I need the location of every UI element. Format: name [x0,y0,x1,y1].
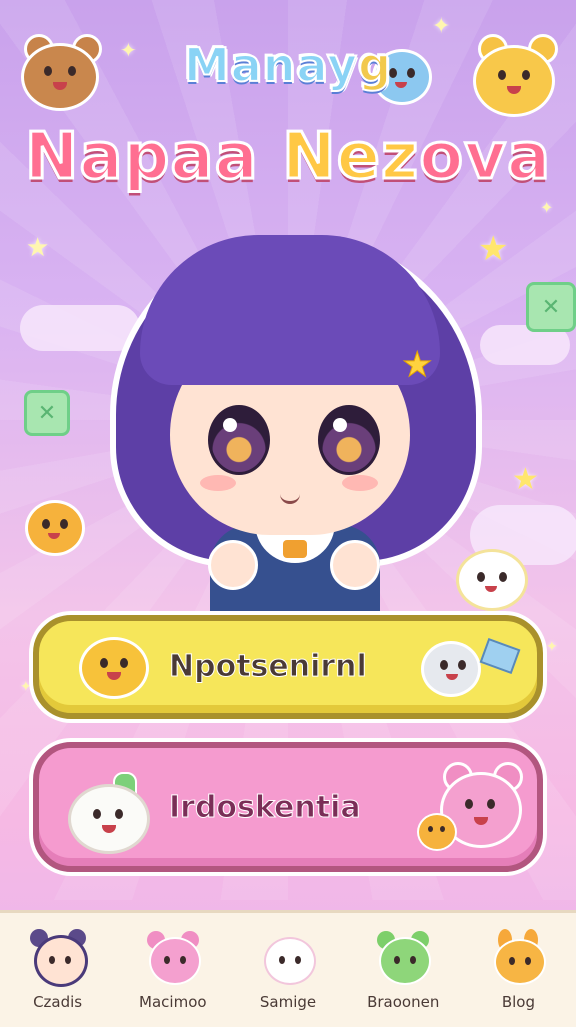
character-eye [318,405,380,475]
nav-item-samige[interactable]: Samige [230,913,345,1027]
bottom-navigation-bar: Czadis Macimoo Samige Braoonen Blog [0,910,576,1027]
nav-label: Braoonen [367,993,440,1011]
nav-label: Macimoo [139,993,207,1011]
secondary-button-label: Irdoskentia [169,790,362,826]
star-icon: ★ [512,462,539,497]
radish-mascot-icon [65,772,153,854]
white-cat-icon [258,929,318,985]
sparkle-icon: ★ [26,233,50,263]
nav-label: Blog [501,993,535,1011]
game-title: Napaa Nezova [23,119,552,196]
nav-item-czadis[interactable]: Czadis [0,913,115,1027]
primary-button-label: Npotsenirnl [169,649,368,685]
nav-item-blog[interactable]: Blog [461,913,576,1027]
nav-item-braoonen[interactable]: Braoonen [346,913,461,1027]
girl-avatar-icon [28,929,88,987]
primary-menu-button[interactable]: Npotsenirnl [33,615,543,719]
flag-icon [479,637,521,675]
nav-label: Samige [259,993,317,1011]
nav-label: Czadis [33,993,83,1011]
orange-bunny-icon [488,929,548,985]
sparkle-icon: ✦ [540,198,554,217]
green-gem-icon [24,390,70,436]
chibi-character-illustration: ★ [90,205,490,625]
yellow-chick-icon [79,637,149,699]
character-hand [208,540,258,590]
pink-bear-icon [143,929,203,985]
character-bow [283,540,307,558]
character-bangs [140,235,440,385]
nav-item-macimoo[interactable]: Macimoo [115,913,230,1027]
grey-blob-icon [421,641,481,697]
secondary-menu-button[interactable]: Irdoskentia [33,742,543,872]
orange-chick-icon [417,812,457,852]
hair-star-clip-icon: ★ [401,345,433,386]
sparkle-icon: ✦ [20,679,32,695]
character-blush [342,475,378,491]
green-gem-icon [526,282,576,332]
sparkle-icon: ✦ [432,14,451,39]
sparkle-icon: ✦ [546,639,558,655]
green-frog-icon [373,929,433,985]
orange-fox-mascot-icon [24,498,86,558]
character-eye [208,405,270,475]
character-hand [330,540,380,590]
game-subtitle: Manayg [183,37,393,93]
character-blush [200,475,236,491]
